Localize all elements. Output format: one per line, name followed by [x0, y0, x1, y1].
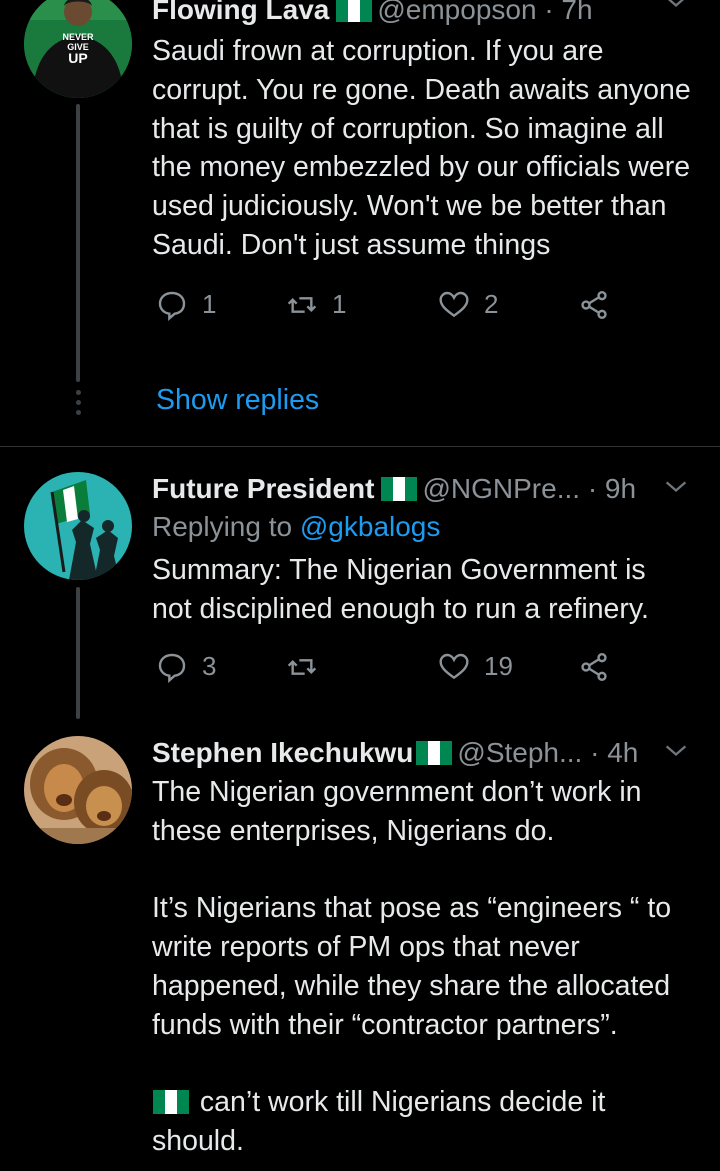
nigeria-flag-icon	[336, 0, 373, 22]
handle[interactable]: @empopson	[377, 0, 536, 25]
display-name[interactable]: Future President	[152, 473, 374, 504]
tweet-text-end: can’t work till Nigerians decide it shou…	[152, 1086, 614, 1158]
tweet-actions: 3 19	[152, 651, 690, 691]
handle[interactable]: @Steph...	[457, 737, 582, 768]
avatar-image	[24, 736, 132, 844]
tweet-actions: 1 1 2	[152, 289, 690, 329]
timestamp: · 9h	[587, 473, 637, 504]
share-icon	[581, 290, 607, 319]
timestamp: · 4h	[590, 737, 639, 768]
tweet-text: The Nigerian government don’t work in th…	[152, 773, 697, 1161]
tweet-future-president[interactable]: Future President @NGNPre... · 9h Replying…	[0, 447, 720, 719]
retweet-button[interactable]: 1	[286, 289, 346, 321]
replying-to-link[interactable]: @gkbalogs	[300, 511, 441, 542]
chevron-down-icon[interactable]	[662, 473, 690, 501]
nigeria-flag-icon	[381, 477, 418, 501]
retweet-icon	[287, 296, 317, 313]
avatar[interactable]: NEVER GIVE UP	[24, 0, 132, 98]
reply-button[interactable]: 1	[156, 289, 216, 321]
timestamp: · 7h	[544, 0, 593, 25]
tweet-header: Future President @NGNPre... · 9h	[152, 471, 690, 507]
tweet-text: Summary: The Nigerian Government is not …	[152, 554, 654, 625]
like-count: 19	[484, 651, 513, 682]
retweet-icon	[287, 658, 317, 675]
avatar-image: NEVER GIVE UP	[24, 0, 132, 98]
heart-icon	[439, 291, 469, 317]
reply-icon	[158, 653, 186, 683]
like-count: 2	[484, 289, 499, 320]
share-button[interactable]	[578, 651, 624, 683]
svg-text:UP: UP	[68, 50, 87, 66]
tweet-stephen-ikechukwu[interactable]: Stephen Ikechukwu @Steph... · 4h The Nige…	[0, 717, 720, 1171]
svg-text:NEVER: NEVER	[62, 32, 94, 42]
reply-count: 3	[202, 651, 217, 682]
retweet-count: 1	[332, 289, 347, 320]
avatar[interactable]	[24, 736, 132, 844]
share-icon	[581, 652, 607, 681]
nigeria-flag-icon	[153, 1090, 189, 1115]
chevron-down-icon[interactable]	[662, 737, 690, 765]
tweet-header: Stephen Ikechukwu @Steph... · 4h	[152, 735, 690, 771]
reply-count: 1	[202, 289, 217, 320]
nigeria-flag-icon	[416, 741, 453, 765]
tweet-text-body: The Nigerian government don’t work in th…	[152, 776, 672, 1041]
tweet-flowing-lava[interactable]: NEVER GIVE UP Flowing Lava @empopson · 7h…	[0, 0, 720, 446]
replying-to-label: Replying to	[152, 511, 300, 542]
chevron-down-icon[interactable]	[662, 0, 690, 16]
reply-icon	[158, 291, 186, 321]
tweet-header: Flowing Lava @empopson · 7h	[152, 0, 690, 28]
thread-dots	[72, 390, 84, 420]
display-name[interactable]: Flowing Lava	[152, 0, 329, 25]
handle[interactable]: @NGNPre...	[422, 473, 580, 504]
share-button[interactable]	[578, 289, 624, 321]
reply-button[interactable]: 3	[156, 651, 216, 683]
thread-line	[76, 104, 80, 382]
show-replies-link[interactable]: Show replies	[156, 384, 319, 417]
thread-line	[76, 587, 80, 719]
display-name[interactable]: Stephen Ikechukwu	[152, 737, 413, 768]
like-button[interactable]: 19	[438, 651, 513, 683]
like-button[interactable]: 2	[438, 289, 498, 321]
replying-to: Replying to @gkbalogs	[152, 509, 690, 545]
tweet-text: Saudi frown at corruption. If you are co…	[152, 35, 699, 261]
heart-icon	[439, 653, 469, 679]
avatar-image	[24, 472, 132, 580]
retweet-button[interactable]	[286, 651, 332, 683]
avatar[interactable]	[24, 472, 132, 580]
